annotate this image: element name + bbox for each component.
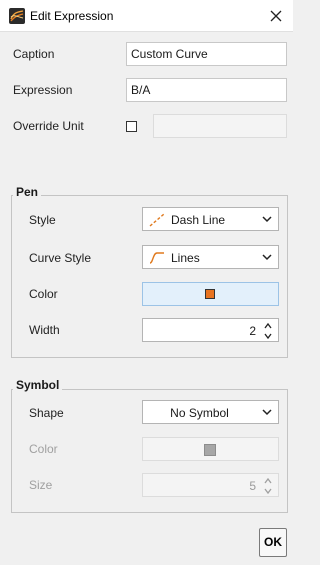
pen-width-label: Width [29, 323, 60, 337]
pen-color-button[interactable] [142, 282, 279, 306]
symbol-shape-select[interactable]: No Symbol [142, 400, 279, 424]
symbol-size-value: 5 [249, 479, 256, 493]
symbol-color-button[interactable] [142, 437, 279, 461]
close-icon [270, 10, 282, 22]
curve-app-icon [9, 8, 25, 24]
pen-color-label: Color [29, 287, 58, 301]
close-button[interactable] [262, 4, 290, 28]
pen-width-value: 2 [249, 324, 256, 338]
curve-style-label: Curve Style [29, 251, 92, 265]
symbol-shape-value: No Symbol [170, 406, 229, 420]
spin-down-icon[interactable] [263, 332, 273, 340]
ok-button[interactable]: OK [259, 528, 287, 557]
chevron-down-icon [262, 409, 272, 416]
caption-label: Caption [13, 47, 55, 61]
curve-style-select[interactable]: Lines [142, 245, 279, 269]
symbol-group-title: Symbol [13, 378, 63, 392]
spin-down-icon[interactable] [263, 487, 273, 495]
spin-up-icon[interactable] [263, 477, 273, 485]
symbol-size-spinner[interactable]: 5 [142, 473, 279, 497]
pen-style-value: Dash Line [171, 213, 226, 227]
chevron-down-icon [262, 254, 272, 261]
expression-input[interactable] [126, 78, 287, 102]
caption-input[interactable] [126, 42, 287, 66]
override-unit-label: Override Unit [13, 119, 84, 133]
pen-color-swatch [205, 289, 215, 299]
curve-lines-icon [149, 252, 164, 264]
pen-group-title: Pen [13, 185, 42, 199]
override-unit-checkbox[interactable] [126, 121, 137, 132]
pen-style-select[interactable]: Dash Line [142, 207, 279, 231]
curve-style-value: Lines [171, 251, 200, 265]
override-unit-input[interactable] [153, 114, 287, 138]
window-title: Edit Expression [30, 9, 114, 23]
symbol-shape-label: Shape [29, 406, 64, 420]
pen-style-label: Style [29, 213, 56, 227]
symbol-color-swatch [204, 444, 216, 456]
pen-width-spinner[interactable]: 2 [142, 318, 279, 342]
dash-line-icon [149, 213, 165, 227]
symbol-color-label: Color [29, 442, 58, 456]
chevron-down-icon [262, 216, 272, 223]
symbol-size-label: Size [29, 478, 53, 492]
spin-up-icon[interactable] [263, 322, 273, 330]
expression-label: Expression [13, 83, 73, 97]
title-bar: Edit Expression [0, 0, 293, 32]
